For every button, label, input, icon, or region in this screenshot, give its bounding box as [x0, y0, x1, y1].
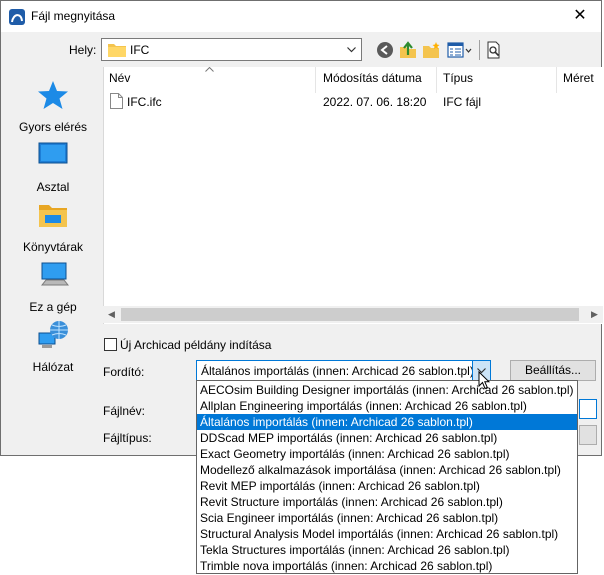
column-header-name[interactable]: Név	[109, 71, 130, 85]
place-network[interactable]: Hálózat	[9, 319, 97, 374]
toolbar-separator	[479, 40, 480, 60]
translator-dropdown-list: AECOsim Building Designer importálás (in…	[196, 380, 578, 574]
place-desktop[interactable]: Asztal	[9, 139, 97, 194]
translator-option[interactable]: AECOsim Building Designer importálás (in…	[197, 382, 577, 398]
back-icon[interactable]	[376, 41, 394, 59]
folder-icon	[108, 44, 126, 57]
translator-option[interactable]: Exact Geometry importálás (innen: Archic…	[197, 446, 577, 462]
column-header-date[interactable]: Módosítás dátuma	[323, 71, 422, 85]
close-button[interactable]: ✕	[565, 3, 595, 29]
title-bar: Fájl megnyitása ✕	[1, 1, 601, 32]
libraries-icon	[39, 205, 67, 227]
place-label: Asztal	[36, 180, 70, 194]
translator-option-highlighted[interactable]: Általános importálás (innen: Archicad 26…	[197, 414, 577, 430]
filetype-label: Fájltípus:	[103, 431, 152, 445]
place-libraries[interactable]: Könyvtárak	[9, 199, 97, 254]
network-icon	[38, 321, 68, 348]
translator-selected: Általános importálás (innen: Archicad 26…	[201, 364, 474, 378]
translator-option[interactable]: Modellező alkalmazások importálása (inne…	[197, 462, 577, 478]
place-this-pc[interactable]: Ez a gép	[9, 259, 97, 314]
translator-option[interactable]: Revit MEP importálás (innen: Archicad 26…	[197, 478, 577, 494]
translator-option[interactable]: Scia Engineer importálás (innen: Archica…	[197, 510, 577, 526]
translator-option[interactable]: Tekla Structures importálás (innen: Arch…	[197, 542, 577, 558]
place-label: Gyors elérés	[18, 120, 88, 134]
scroll-thumb[interactable]	[121, 308, 579, 321]
place-label: Hálózat	[32, 360, 74, 374]
place-quick-access[interactable]: Gyors elérés	[9, 79, 97, 134]
file-type: IFC fájl	[443, 95, 482, 109]
translator-option[interactable]: Trimble nova importálás (innen: Archicad…	[197, 558, 577, 574]
new-instance-label: Új Archicad példány indítása	[120, 338, 272, 352]
location-label: Hely:	[69, 43, 97, 57]
sort-ascending-icon	[205, 67, 214, 72]
settings-button[interactable]: Beállítás...	[510, 360, 596, 381]
filename-field[interactable]	[579, 399, 597, 419]
translator-option[interactable]: DDScad MEP importálás (innen: Archicad 2…	[197, 430, 577, 446]
place-label: Ez a gép	[29, 300, 77, 314]
column-divider[interactable]	[436, 67, 437, 93]
window-title: Fájl megnyitása	[31, 9, 116, 23]
new-instance-checkbox[interactable]	[104, 338, 117, 351]
horizontal-scrollbar[interactable]: ◀ ▶	[103, 306, 603, 323]
file-date: 2022. 07. 06. 18:20	[323, 95, 427, 109]
file-icon	[110, 93, 123, 109]
location-combo[interactable]: IFC	[101, 38, 362, 61]
column-divider[interactable]	[315, 67, 316, 93]
column-divider[interactable]	[556, 67, 557, 93]
location-value: IFC	[130, 43, 150, 57]
new-folder-icon[interactable]	[422, 41, 440, 59]
desktop-icon	[38, 142, 68, 164]
this-pc-icon	[40, 262, 70, 286]
scroll-right-arrow[interactable]: ▶	[586, 306, 603, 323]
translator-label: Fordító:	[103, 365, 145, 379]
preview-icon[interactable]	[485, 41, 503, 59]
up-folder-icon[interactable]	[399, 41, 417, 59]
file-list: Név Módosítás dátuma Típus Méret IFC.ifc…	[103, 67, 603, 324]
place-label: Könyvtárak	[22, 240, 84, 254]
places-bar: Gyors elérés Asztal Könyvtárak Ez a gép	[9, 67, 97, 374]
translator-option[interactable]: Allplan Engineering importálás (innen: A…	[197, 398, 577, 414]
translator-option[interactable]: Revit Structure importálás (innen: Archi…	[197, 494, 577, 510]
translator-option[interactable]: Structural Analysis Model importálás (in…	[197, 526, 577, 542]
file-row[interactable]: IFC.ifc 2022. 07. 06. 18:20 IFC fájl	[104, 92, 603, 112]
mouse-cursor-icon	[478, 371, 490, 390]
filename-label: Fájlnév:	[103, 404, 146, 418]
column-header-type[interactable]: Típus	[443, 71, 473, 85]
column-header-size[interactable]: Méret	[563, 71, 594, 85]
filetype-combo[interactable]	[579, 425, 597, 445]
chevron-down-icon	[347, 47, 356, 53]
view-menu-icon[interactable]	[447, 41, 473, 59]
quick-access-star-icon	[38, 81, 68, 109]
translator-combo[interactable]: Általános importálás (innen: Archicad 26…	[196, 360, 491, 381]
archicad-app-icon	[9, 9, 25, 25]
scroll-left-arrow[interactable]: ◀	[103, 306, 120, 323]
file-name: IFC.ifc	[127, 95, 162, 109]
